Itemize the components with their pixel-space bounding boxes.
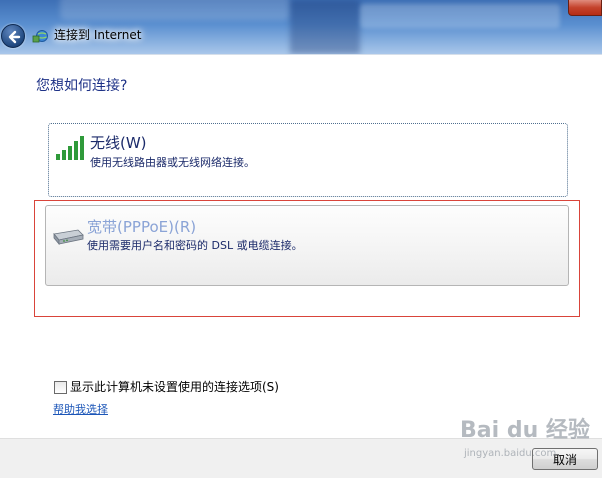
option-broadband-description: 使用需要用户名和密码的 DSL 或电缆连接。 (87, 239, 303, 252)
content-area: 您想如何连接? 无线(W) 使用无线路由器或无线网络连接。 宽带(PPPoE)(… (0, 54, 602, 438)
close-button[interactable] (568, 0, 602, 16)
cancel-button[interactable]: 取消 (532, 448, 598, 470)
back-arrow-icon (8, 30, 21, 44)
help-me-choose-link[interactable]: 帮助我选择 (53, 403, 108, 417)
option-wireless-description: 使用无线路由器或无线网络连接。 (90, 156, 255, 169)
page-title: 您想如何连接? (36, 78, 128, 94)
option-broadband-title: 宽带(PPPoE)(R) (87, 218, 197, 236)
title-bar: 连接到 Internet (0, 0, 602, 54)
glass-background (60, 0, 290, 20)
footer-bar: 取消 (0, 438, 602, 478)
show-unsetup-label[interactable]: 显示此计算机未设置使用的连接选项(S) (70, 380, 279, 394)
option-wireless[interactable]: 无线(W) 使用无线路由器或无线网络连接。 (48, 123, 568, 197)
show-unsetup-options-row[interactable]: 显示此计算机未设置使用的连接选项(S) (54, 379, 279, 395)
back-button[interactable] (1, 24, 25, 48)
glass-background (290, 0, 360, 54)
show-unsetup-checkbox[interactable] (54, 380, 67, 394)
broadband-modem-icon (53, 229, 84, 246)
option-broadband[interactable]: 宽带(PPPoE)(R) 使用需要用户名和密码的 DSL 或电缆连接。 (45, 205, 569, 286)
option-wireless-title: 无线(W) (90, 134, 147, 152)
window-title: 连接到 Internet (54, 28, 142, 42)
network-connect-icon (32, 30, 48, 43)
glass-background (360, 4, 560, 28)
wireless-signal-icon (56, 136, 84, 160)
